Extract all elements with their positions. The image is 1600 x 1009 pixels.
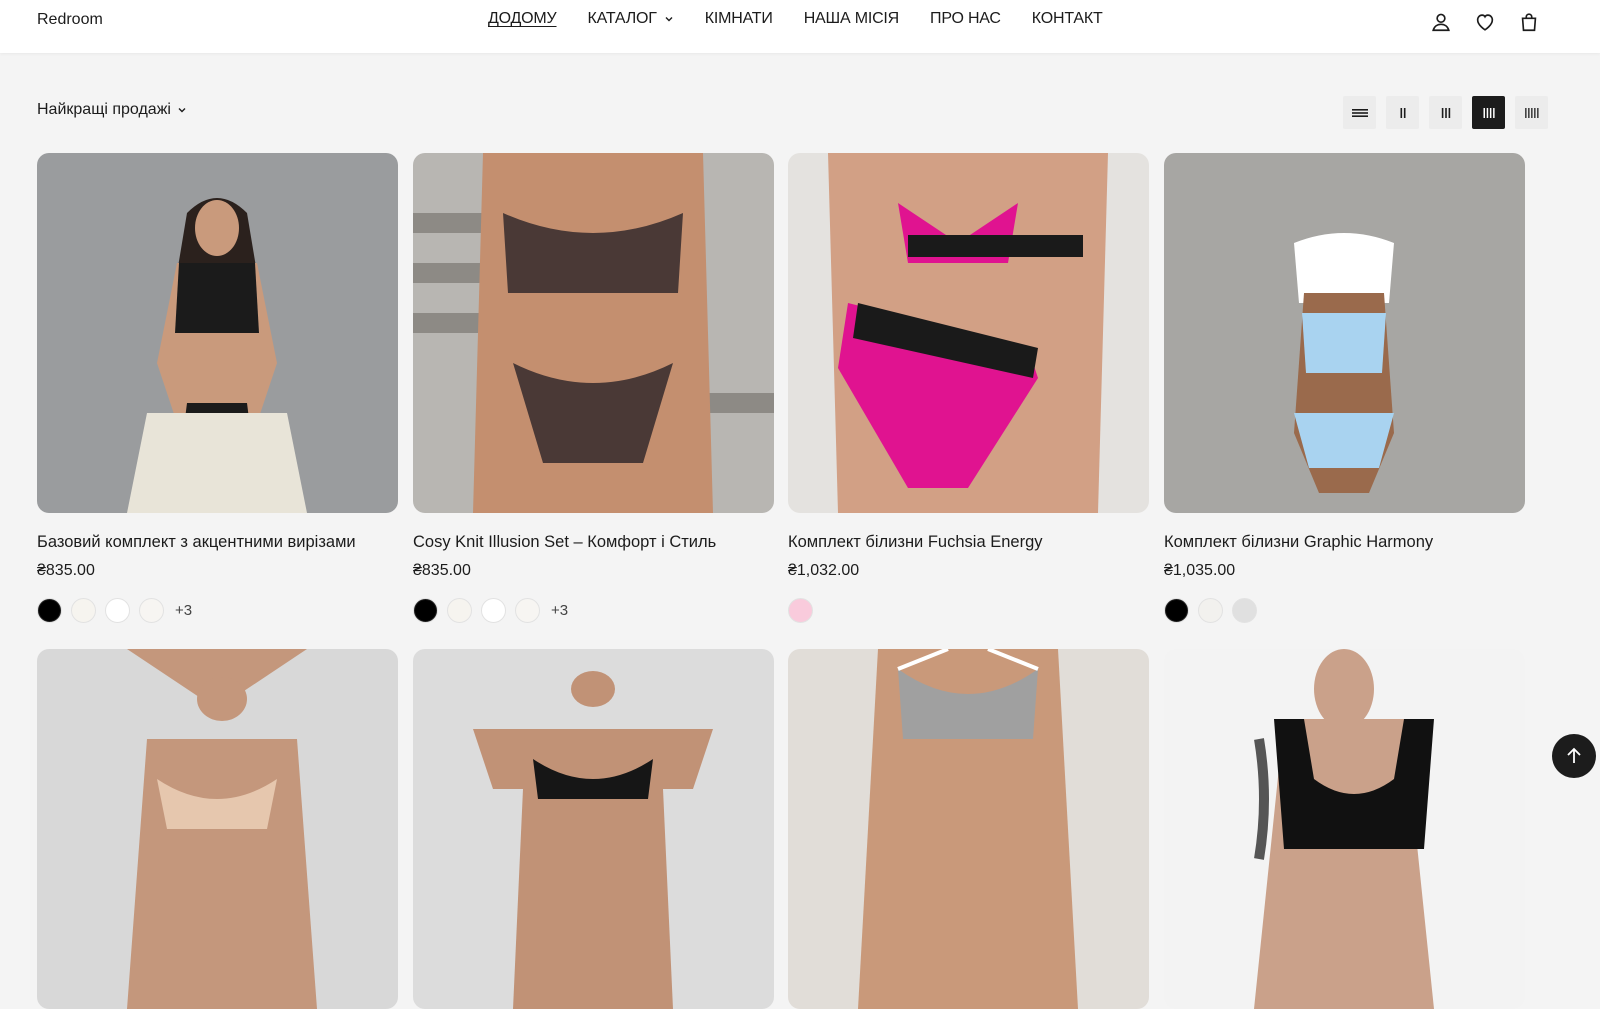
nav-item-label: ДОДОМУ [488,10,557,27]
more-colors-count[interactable]: +3 [551,602,568,619]
grid-view-switcher [1343,96,1548,129]
product-price: ₴1,035.00 [1164,562,1236,579]
product-title[interactable]: Комплект білизни Graphic Harmony [1164,533,1525,552]
chevron-down-icon [178,108,186,113]
account-icon[interactable] [1430,11,1452,33]
product-photo [1164,649,1525,1009]
color-swatches: +3 [413,598,774,623]
nav-item-label: КОНТАКТ [1031,10,1103,27]
product-photo [413,153,774,513]
nav-item-0[interactable]: ДОДОМУ [488,10,557,28]
product-card[interactable]: Базовий комплект з акцентними вирізами ₴8… [37,153,398,623]
color-swatch[interactable] [71,598,96,623]
color-swatch[interactable] [413,598,438,623]
nav-item-label: ПРО НАС [930,10,1001,27]
product-photo [788,649,1149,1009]
product-image[interactable] [413,153,774,513]
nav-item-label: НАША МІСІЯ [803,10,900,27]
color-swatches [1164,598,1525,623]
product-card[interactable] [788,649,1149,1009]
nav-item-2[interactable]: КІМНАТИ [705,10,773,28]
product-image[interactable] [1164,153,1525,513]
product-image[interactable] [413,649,774,1009]
grid-3-icon [1441,107,1450,118]
product-card[interactable]: Cosy Knit Illusion Set – Комфорт і Стиль… [413,153,774,623]
grid-5-icon [1524,107,1538,118]
color-swatch[interactable] [139,598,164,623]
more-colors-count[interactable]: +3 [175,602,192,619]
color-swatch[interactable] [1164,598,1189,623]
color-swatch[interactable] [37,598,62,623]
product-card[interactable] [1164,649,1525,1009]
grid-5-button[interactable] [1515,96,1548,129]
nav-item-5[interactable]: КОНТАКТ [1032,10,1103,28]
color-swatch[interactable] [788,598,813,623]
grid-2-icon [1400,107,1405,118]
product-title[interactable]: Комплект білизни Fuchsia Energy [788,533,1149,552]
product-title[interactable]: Базовий комплект з акцентними вирізами [37,533,398,552]
arrow-up-icon [1567,747,1581,763]
product-image[interactable] [37,649,398,1009]
product-image[interactable] [788,153,1149,513]
color-swatch[interactable] [447,598,472,623]
grid-4-icon [1483,107,1495,118]
nav-item-1[interactable]: КАТАЛОГ [588,10,674,28]
header-icons [1430,11,1540,33]
scroll-to-top-button[interactable] [1552,734,1596,778]
grid-4-button[interactable] [1472,96,1505,129]
wishlist-heart-icon[interactable] [1474,11,1496,33]
grid-3-button[interactable] [1429,96,1462,129]
sort-label: Найкращі продажі [37,101,171,118]
color-swatches: +3 [37,598,398,623]
nav-item-4[interactable]: ПРО НАС [930,10,1001,28]
chevron-down-icon [665,17,673,22]
product-card[interactable] [413,649,774,1009]
nav-item-3[interactable]: НАША МІСІЯ [803,10,900,28]
list-view-button[interactable] [1343,96,1376,129]
product-photo [37,649,398,1009]
nav-item-label: КІМНАТИ [704,10,773,27]
product-photo [413,649,774,1009]
product-image[interactable] [1164,649,1525,1009]
sort-dropdown[interactable]: Найкращі продажі [37,101,187,119]
product-photo [788,153,1149,513]
product-card[interactable]: Комплект білизни Fuchsia Energy ₴1,032.00 [788,153,1149,623]
main-nav: ДОДОМУ КАТАЛОГ КІМНАТИ НАША МІСІЯ ПРО НАС КОН… [488,10,1134,28]
product-card[interactable]: Комплект білизни Graphic Harmony ₴1,035.0… [1164,153,1525,623]
product-photo [1164,153,1525,513]
list-view-icon [1351,108,1368,117]
logo[interactable]: Redroom [37,11,103,29]
product-price: ₴835.00 [413,562,471,579]
product-photo [37,153,398,513]
product-price: ₴1,032.00 [788,562,860,579]
color-swatch[interactable] [481,598,506,623]
product-image[interactable] [37,153,398,513]
color-swatch[interactable] [515,598,540,623]
product-card[interactable] [37,649,398,1009]
site-header: Redroom ДОДОМУ КАТАЛОГ КІМНАТИ НАША МІСІЯ ПР… [0,0,1600,53]
color-swatch[interactable] [105,598,130,623]
product-title[interactable]: Cosy Knit Illusion Set – Комфорт і Стиль [413,533,774,552]
product-price: ₴835.00 [37,562,95,579]
product-image[interactable] [788,649,1149,1009]
nav-item-label: КАТАЛОГ [587,10,657,27]
color-swatch[interactable] [1198,598,1223,623]
cart-bag-icon[interactable] [1518,11,1540,33]
color-swatch[interactable] [1232,598,1257,623]
grid-2-button[interactable] [1386,96,1419,129]
color-swatches [788,598,1149,623]
